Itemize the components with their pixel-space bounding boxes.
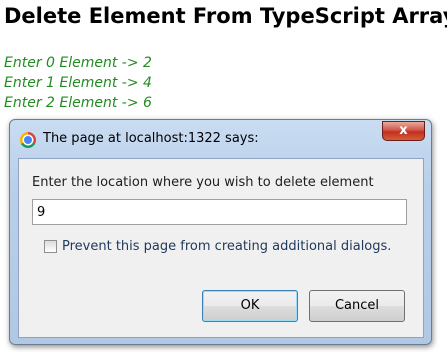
- prompt-message: Enter the location where you wish to del…: [32, 175, 374, 190]
- output-line: Enter 2 Element -> 6: [4, 95, 152, 111]
- output-line: Enter 0 Element -> 2: [4, 55, 152, 71]
- dialog-titlebar[interactable]: The page at localhost:1322 says: x: [10, 120, 431, 158]
- ok-button[interactable]: OK: [202, 290, 298, 322]
- dialog-title: The page at localhost:1322 says:: [43, 131, 259, 146]
- prompt-dialog: The page at localhost:1322 says: x Enter…: [9, 119, 432, 345]
- close-button[interactable]: x: [382, 121, 425, 141]
- prevent-dialogs-label[interactable]: Prevent this page from creating addition…: [62, 239, 391, 254]
- prevent-dialogs-checkbox[interactable]: [44, 240, 57, 253]
- chrome-icon: [20, 132, 36, 148]
- output-lines: Enter 0 Element -> 2 Enter 1 Element -> …: [4, 53, 152, 113]
- prompt-input[interactable]: [32, 199, 407, 225]
- cancel-button[interactable]: Cancel: [309, 290, 405, 322]
- prevent-dialogs-option[interactable]: Prevent this page from creating addition…: [44, 239, 391, 254]
- page-title: Delete Element From TypeScript Array: [4, 4, 447, 28]
- dialog-content: Enter the location where you wish to del…: [18, 158, 424, 338]
- output-line: Enter 1 Element -> 4: [4, 75, 152, 91]
